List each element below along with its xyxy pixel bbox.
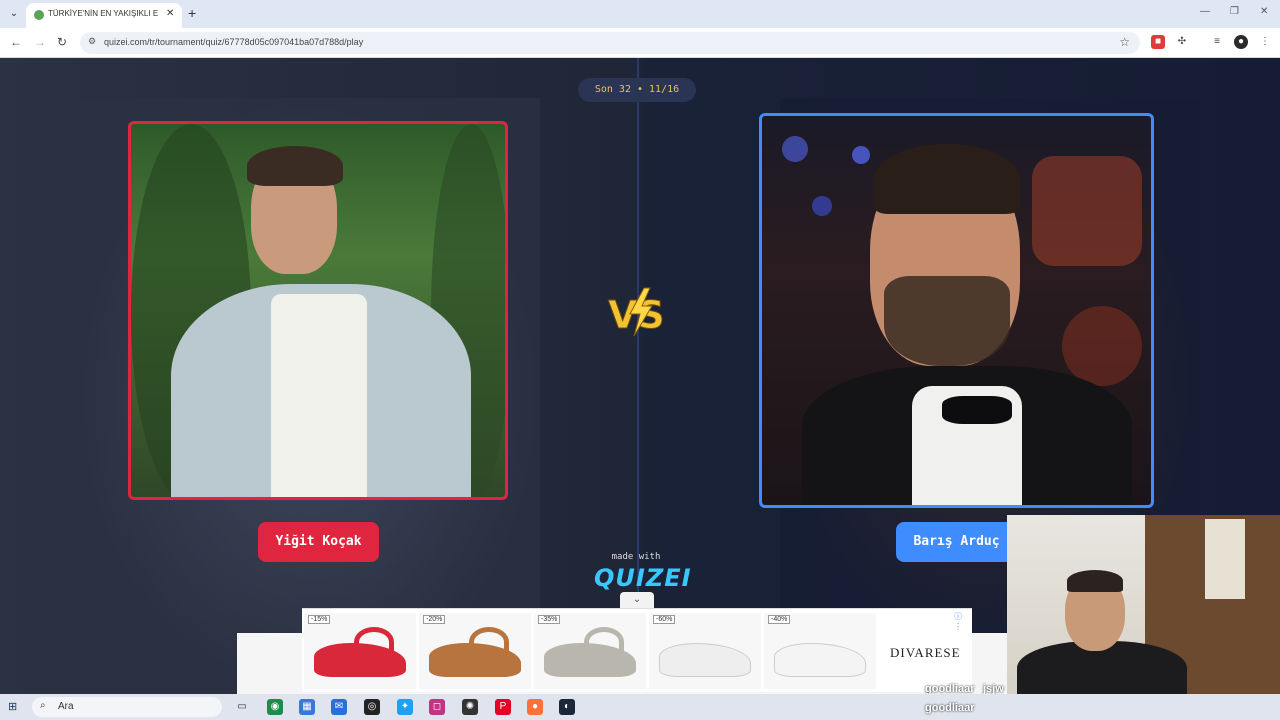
chatgpt-icon[interactable]: ✺	[462, 699, 478, 715]
restore-icon[interactable]: ❐	[1230, 6, 1239, 17]
menu-kebab-icon[interactable]: ⋮	[1258, 35, 1272, 49]
quizei-logo[interactable]: QUIZEI	[594, 564, 691, 592]
tab-title: TÜRKİYE'NİN EN YAKIŞIKLI ERKE	[48, 9, 158, 18]
left-candidate-photo[interactable]	[128, 121, 508, 500]
discount-badge: -40%	[768, 615, 791, 624]
windows-start-icon[interactable]: ⊞	[8, 700, 22, 714]
ad-brand-name[interactable]: DIVARESE	[890, 645, 961, 661]
twitter-icon[interactable]: ✦	[397, 699, 413, 715]
shoe-strap	[469, 627, 509, 657]
reload-icon[interactable]: ↻	[57, 35, 67, 49]
right-candidate-photo[interactable]	[759, 113, 1154, 508]
adchoices-icon[interactable]: ⓘ ⋮	[954, 611, 972, 631]
shoe-image	[774, 643, 866, 677]
extension-icon[interactable]: ■	[1151, 35, 1165, 49]
chrome-icon[interactable]: ◉	[267, 699, 283, 715]
taskbar-search-label: Ara	[58, 701, 74, 712]
new-tab-icon[interactable]: +	[188, 5, 196, 21]
mail-icon[interactable]: ✉	[331, 699, 347, 715]
forward-icon[interactable]: →	[34, 35, 46, 49]
browser-tab[interactable]: TÜRKİYE'NİN EN YAKIŞIKLI ERKE ✕	[26, 3, 182, 28]
ad-collapse-chevron-icon[interactable]: ⌄	[620, 592, 654, 608]
browser-titlebar: ⌄ TÜRKİYE'NİN EN YAKIŞIKLI ERKE ✕ + — ❐ …	[0, 0, 1280, 28]
made-with-label: made with	[611, 552, 661, 562]
bow-tie	[942, 396, 1012, 424]
media-control-icon[interactable]: ≡	[1210, 35, 1224, 49]
shoe-strap	[354, 627, 394, 657]
beard	[884, 276, 1010, 366]
tab-search-menu-icon[interactable]: ⌄	[6, 6, 22, 22]
ad-product[interactable]: -40%	[764, 613, 876, 689]
discount-badge: -35%	[538, 615, 561, 624]
extensions-puzzle-icon[interactable]: ✣	[1175, 35, 1189, 49]
store-icon[interactable]: ▦	[299, 699, 315, 715]
round-indicator: Son 32 • 11/16	[578, 78, 696, 102]
chat-username: goodliaar	[925, 702, 975, 714]
tab-close-icon[interactable]: ✕	[166, 8, 174, 19]
url-text[interactable]: quizei.com/tr/tournament/quiz/67778d05c0…	[104, 37, 363, 47]
tab-favicon-icon	[34, 10, 44, 20]
ad-product[interactable]: -35%	[534, 613, 646, 689]
close-window-icon[interactable]: ✕	[1260, 6, 1268, 17]
site-info-icon[interactable]: ⚙	[88, 36, 96, 47]
taskbar-search[interactable]: ⌕ Ara	[32, 697, 222, 717]
shoe-strap	[584, 627, 624, 657]
steam-icon[interactable]: ◐	[559, 699, 575, 715]
obs-icon[interactable]: ◎	[364, 699, 380, 715]
browser-toolbar: ← → ↻ ⚙ quizei.com/tr/tournament/quiz/67…	[0, 28, 1280, 58]
vote-left-button[interactable]: Yiğit Koçak	[258, 522, 379, 562]
vs-badge-icon: VS	[608, 287, 665, 338]
task-view-icon[interactable]: ▭	[234, 699, 250, 715]
minimize-icon[interactable]: —	[1200, 6, 1210, 17]
streamer-webcam	[1007, 515, 1280, 694]
discount-badge: -15%	[308, 615, 331, 624]
shoe-advertisement[interactable]: ⓘ ⋮ -15% -20% -35% -60% -40% DIVARESE	[302, 608, 972, 692]
firefox-icon[interactable]: ●	[527, 699, 543, 715]
pinterest-icon[interactable]: P	[495, 699, 511, 715]
search-icon: ⌕	[40, 700, 46, 711]
address-bar[interactable]: ⚙ quizei.com/tr/tournament/quiz/67778d05…	[80, 32, 1140, 54]
instagram-icon[interactable]: ◻	[429, 699, 445, 715]
discount-badge: -60%	[653, 615, 676, 624]
profile-avatar-icon[interactable]: ●	[1234, 35, 1248, 49]
vote-right-button[interactable]: Barış Arduç	[896, 522, 1017, 562]
back-icon[interactable]: ←	[10, 35, 22, 49]
discount-badge: -20%	[423, 615, 446, 624]
shoe-image	[659, 643, 751, 677]
bookmark-star-icon[interactable]: ☆	[1119, 35, 1130, 49]
ad-product[interactable]: -20%	[419, 613, 531, 689]
windows-taskbar: ⊞ ⌕ Ara ▭ ◉ ▦ ✉ ◎ ✦ ◻ ✺ P ● ◐	[0, 694, 1280, 720]
ad-product[interactable]: -60%	[649, 613, 761, 689]
ad-product[interactable]: -15%	[304, 613, 416, 689]
streamer-hair	[1067, 570, 1123, 592]
